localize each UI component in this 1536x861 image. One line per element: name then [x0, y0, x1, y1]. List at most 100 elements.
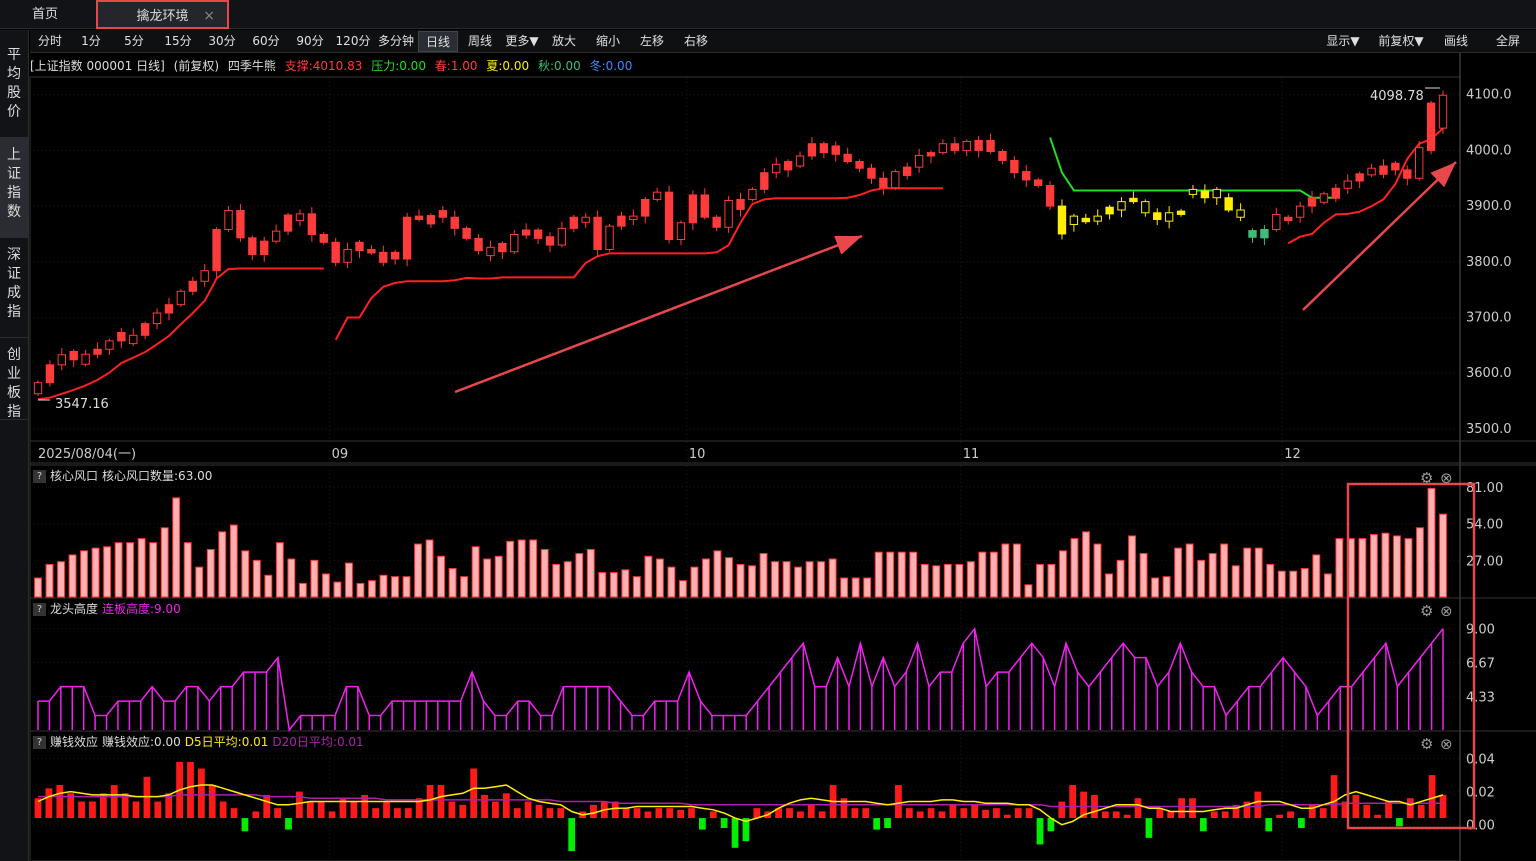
candle [81, 353, 90, 365]
core-bar [1105, 573, 1113, 598]
core-bar [80, 550, 89, 598]
candle [1426, 102, 1436, 151]
profit-bar [1428, 775, 1436, 819]
profit-bar [1396, 818, 1403, 827]
core-bar [966, 561, 975, 598]
profit-bar [731, 818, 739, 848]
profit-bar [1025, 808, 1033, 819]
core-bar [1243, 547, 1252, 598]
profit-bar [884, 818, 891, 828]
core-bar [1093, 543, 1102, 598]
profit-bar [818, 811, 826, 819]
profit-bar [1123, 814, 1131, 819]
profit-bar [1178, 798, 1185, 819]
candle [129, 334, 138, 345]
core-bar [1059, 550, 1067, 598]
profit-bar [481, 794, 488, 819]
candle [760, 172, 769, 190]
profit-bar [1254, 791, 1262, 819]
candle [843, 153, 852, 163]
candle [1141, 201, 1150, 214]
candle [831, 145, 840, 155]
candle [260, 240, 269, 256]
profit-bar [492, 801, 499, 819]
profit-bar [1003, 814, 1011, 819]
core-bar [218, 531, 227, 598]
core-bar [540, 548, 549, 598]
frame [29, 76, 1461, 861]
profit-bar [78, 801, 85, 819]
candle [664, 191, 674, 241]
profit-bar [328, 811, 336, 819]
profit-bar [699, 818, 706, 830]
candle [486, 246, 495, 257]
candle [629, 215, 638, 220]
profit-bar [1330, 775, 1338, 819]
candle [879, 177, 888, 189]
candle [1212, 188, 1221, 199]
core-bar [874, 551, 883, 598]
profit-bar [688, 808, 695, 819]
profit-bar [1210, 811, 1218, 819]
candle [581, 216, 590, 223]
core-bar [1289, 570, 1298, 598]
dragon-line [38, 626, 1444, 732]
core-bar [759, 553, 768, 598]
core-bar [1139, 553, 1148, 598]
profit-bar [263, 794, 271, 819]
profit-bar [949, 804, 957, 819]
candle [176, 290, 186, 306]
close-icon: ⊗ [1440, 735, 1453, 753]
core-bar [402, 576, 411, 598]
candle [1391, 162, 1400, 171]
core-bar [1300, 567, 1309, 598]
core-bar [298, 582, 307, 598]
x-tick-label: 09 [332, 447, 349, 462]
profit-bar [644, 811, 652, 819]
profit-bar [535, 804, 543, 819]
profit-bar [285, 818, 292, 830]
core-bar [828, 558, 837, 598]
core-bar [1439, 513, 1447, 598]
candle [867, 167, 876, 179]
candle [1355, 173, 1364, 182]
profit-bar [677, 809, 684, 819]
core-bar [1035, 563, 1044, 598]
candle [1260, 228, 1269, 239]
y-tick-label: 9.00 [1466, 623, 1495, 638]
candle [617, 215, 626, 227]
highlight-box [1346, 482, 1476, 830]
candle [474, 237, 483, 252]
candle [1284, 216, 1293, 222]
core-bar [1266, 563, 1275, 598]
candle [557, 227, 567, 246]
profit-bar [655, 808, 663, 819]
candle [355, 241, 364, 252]
core-bar [644, 555, 653, 598]
candle [891, 171, 900, 189]
candle [1176, 210, 1186, 215]
y-tick-label: 54.00 [1466, 518, 1503, 533]
chart-canvas[interactable]: 3500.0 3600.0 3700.0 3800.0 3900.0 4000.0 4100… [0, 0, 1536, 861]
candle [295, 213, 305, 222]
core-bar [460, 576, 469, 598]
candle [1164, 212, 1174, 222]
profit-bar [1276, 814, 1284, 819]
profit-bar [927, 808, 935, 819]
core-bar [91, 547, 100, 598]
profit-bar [132, 801, 140, 819]
core-bar [437, 555, 446, 598]
trend-arrow [454, 234, 863, 394]
profit-bar [1221, 811, 1229, 819]
high-annotation: 4098.78 [1370, 89, 1424, 104]
core-bar [517, 539, 526, 598]
profit-bar [317, 801, 325, 819]
core-bar [690, 566, 699, 598]
profit-bar [89, 801, 96, 819]
candle [426, 215, 436, 225]
core-bar [1116, 559, 1125, 598]
candle [438, 210, 448, 218]
core-bar [241, 550, 250, 598]
core-bar [1151, 577, 1160, 598]
candle [545, 236, 555, 246]
